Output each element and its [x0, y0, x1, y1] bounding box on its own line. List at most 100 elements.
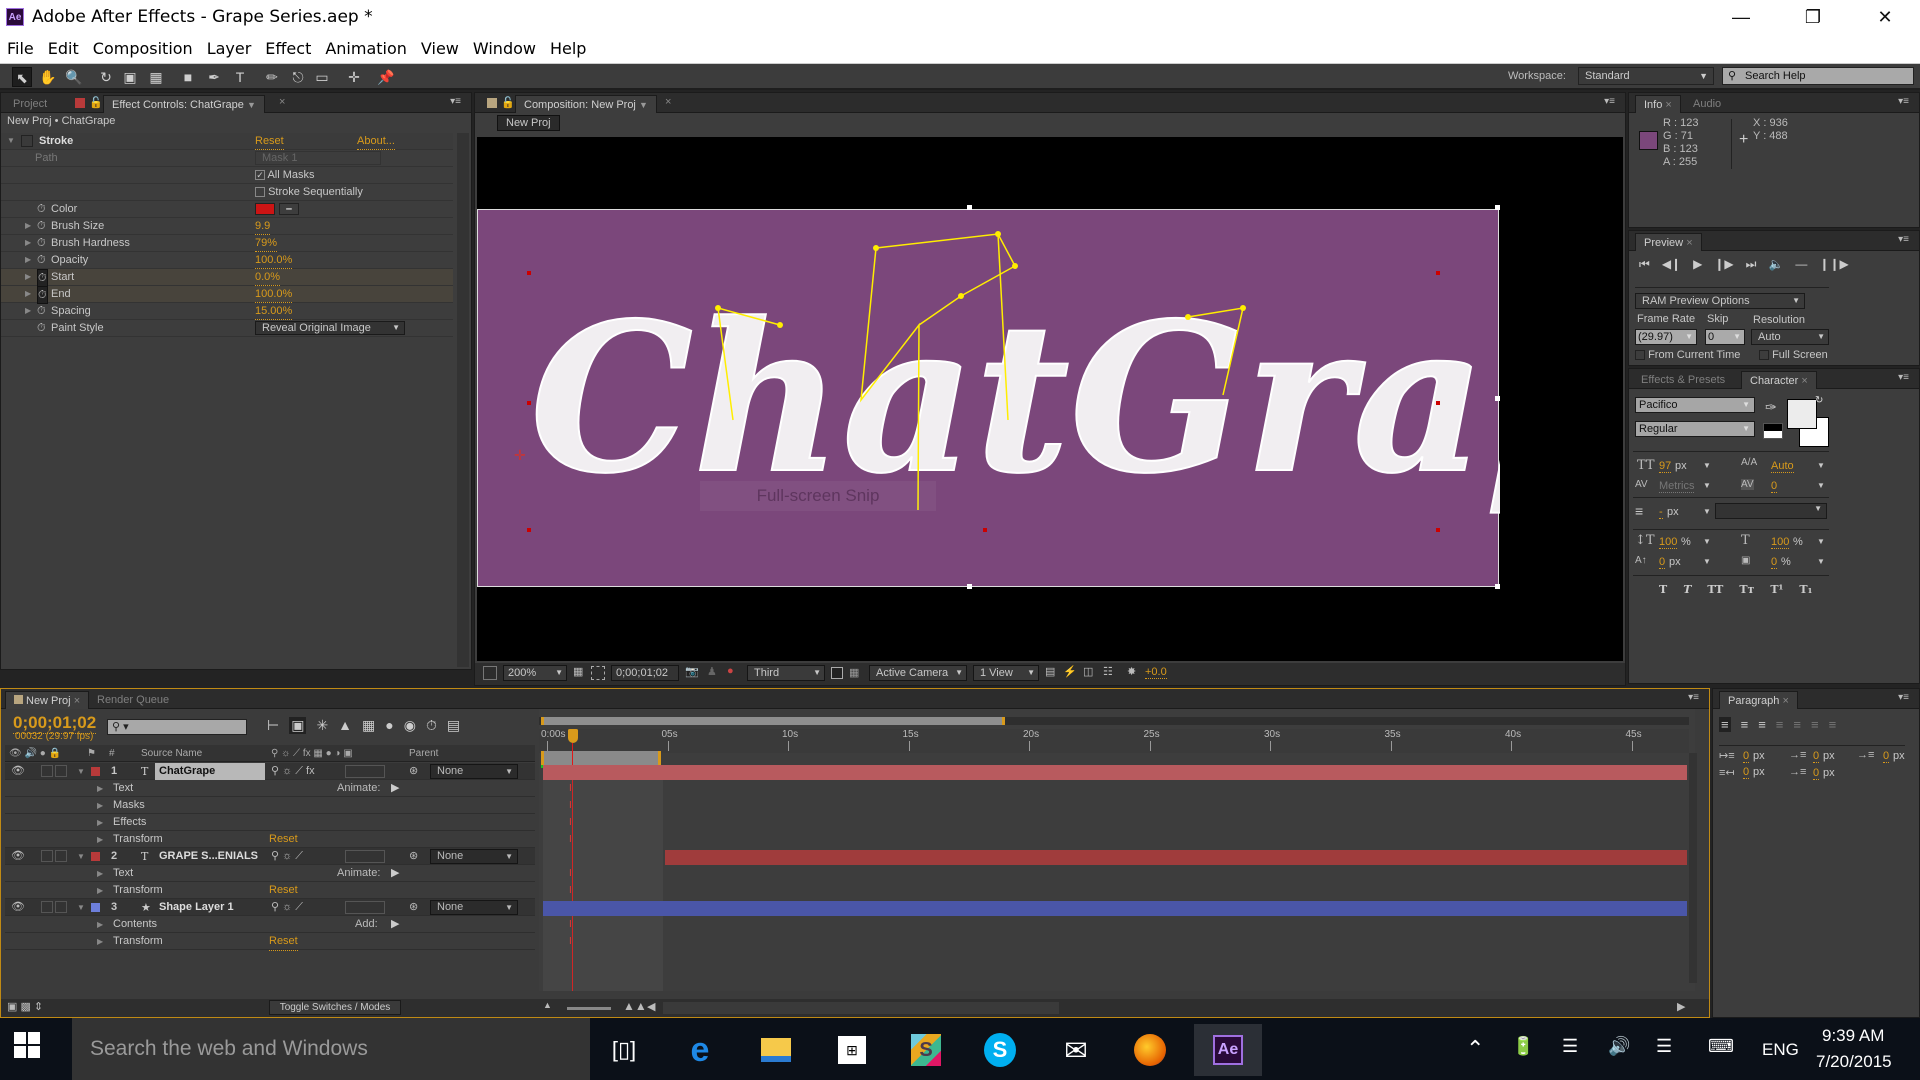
horizontal-scale-value[interactable]: 100: [1771, 536, 1790, 549]
brush-size-value[interactable]: 9.9: [255, 218, 271, 235]
wifi-icon[interactable]: ☰: [1562, 1036, 1578, 1057]
resolution-select[interactable]: Third ▼: [747, 665, 825, 681]
color-swatch[interactable]: [255, 203, 275, 215]
resolution-select[interactable]: Auto ▼: [1751, 329, 1829, 345]
show-hidden-icons[interactable]: ⌃: [1466, 1036, 1484, 1062]
selection-tool-icon[interactable]: ⬉: [12, 67, 32, 87]
task-view-icon[interactable]: [▯]: [592, 1024, 656, 1076]
bounding-handle[interactable]: [983, 528, 987, 532]
close-tab-icon[interactable]: ×: [1686, 237, 1692, 249]
column-source-name[interactable]: Source Name: [141, 745, 202, 762]
expand-triangle-icon[interactable]: ▶: [97, 780, 103, 797]
end-value[interactable]: 100.0%: [255, 286, 293, 303]
faux-bold-button[interactable]: T: [1659, 583, 1667, 596]
zoom-in-icon[interactable]: ▲▲: [623, 999, 647, 1013]
layer-handle[interactable]: [967, 205, 972, 210]
chevron-down-icon[interactable]: ▼: [1703, 461, 1711, 470]
eyedropper-icon[interactable]: ━: [279, 203, 299, 215]
layer-switches[interactable]: ⚲ ☼ ⟋: [271, 899, 303, 916]
reset-link[interactable]: Reset: [269, 831, 298, 849]
pen-tool-icon[interactable]: ✒: [204, 67, 224, 87]
panel-menu-icon[interactable]: ▾≡: [1604, 96, 1615, 107]
stroke-width-value[interactable]: -: [1659, 506, 1663, 519]
layer-handle[interactable]: [1495, 205, 1500, 210]
current-time-indicator[interactable]: [568, 729, 578, 743]
exposure-reset-icon[interactable]: ✸: [1127, 665, 1136, 678]
camera-select[interactable]: Active Camera ▼: [869, 665, 967, 681]
snapshot-icon[interactable]: 📷: [685, 665, 699, 678]
align-left-icon[interactable]: ≡: [1719, 717, 1731, 732]
layer-name[interactable]: Shape Layer 1: [155, 899, 238, 916]
align-right-icon[interactable]: ≡: [1758, 717, 1766, 732]
layer-duration-bar[interactable]: [543, 901, 1687, 916]
eyedropper-icon[interactable]: ✑: [1765, 399, 1777, 416]
hand-tool-icon[interactable]: ✋: [38, 67, 58, 87]
menu-composition[interactable]: Composition: [86, 39, 200, 58]
workspace-select[interactable]: Standard ▼: [1578, 67, 1714, 85]
space-before-value[interactable]: 0: [1813, 750, 1820, 763]
expand-triangle-icon[interactable]: ▶: [25, 218, 31, 234]
timeline-icon[interactable]: ◫: [1083, 665, 1093, 678]
opacity-value[interactable]: 100.0%: [255, 252, 293, 269]
play-circle-icon[interactable]: ▶: [391, 780, 399, 797]
lock-toggle[interactable]: [55, 901, 67, 913]
label-color[interactable]: [91, 767, 100, 776]
mask-vertex[interactable]: [1185, 314, 1191, 320]
chevron-down-icon[interactable]: ▼: [1703, 557, 1711, 566]
parent-select[interactable]: None ▼: [430, 849, 518, 864]
property-row[interactable]: ▶ Transform Reset: [5, 831, 535, 849]
play-circle-icon[interactable]: ▶: [391, 865, 399, 882]
tab-preview[interactable]: Preview ×: [1635, 233, 1702, 251]
zoom-slider[interactable]: [567, 1007, 611, 1010]
chevron-down-icon[interactable]: ▼: [1817, 481, 1825, 490]
stopwatch-icon[interactable]: ⏱: [37, 252, 46, 268]
expand-triangle-icon[interactable]: ▶: [97, 797, 103, 814]
motion-blur-icon[interactable]: ●: [385, 717, 393, 734]
lock-toggle[interactable]: [55, 850, 67, 862]
expand-triangle-icon[interactable]: ▶: [25, 286, 31, 302]
mode-switches[interactable]: [345, 765, 385, 778]
add-animator-button[interactable]: Add:: [355, 916, 378, 933]
bounding-handle[interactable]: [527, 528, 531, 532]
chevron-down-icon[interactable]: ▼: [1703, 507, 1711, 516]
collapse-triangle-icon[interactable]: ▼: [77, 763, 85, 780]
collapse-triangle-icon[interactable]: ▼: [7, 133, 15, 149]
chevron-down-icon[interactable]: ▼: [1817, 461, 1825, 470]
bounding-handle[interactable]: [527, 271, 531, 275]
play-icon[interactable]: ▶: [1693, 257, 1702, 272]
indent-left-value[interactable]: 0: [1743, 750, 1750, 763]
expand-triangle-icon[interactable]: ▶: [25, 235, 31, 251]
stopwatch-icon[interactable]: ⏱: [37, 218, 46, 234]
kerning-value[interactable]: Metrics: [1659, 480, 1695, 493]
safe-zones-icon[interactable]: ▦: [573, 665, 583, 678]
anchor-point-icon[interactable]: ✛: [514, 447, 526, 463]
reset-link[interactable]: Reset: [255, 133, 284, 150]
fast-previews-icon[interactable]: ⚡: [1063, 665, 1077, 678]
layer-duration-bar[interactable]: [665, 850, 1687, 865]
brush-tool-icon[interactable]: ✏: [262, 67, 282, 87]
battery-icon[interactable]: 🔋: [1512, 1036, 1534, 1057]
time-navigator[interactable]: [541, 717, 1005, 725]
file-explorer-icon[interactable]: [744, 1024, 808, 1076]
add-animator-button[interactable]: Animate:: [337, 865, 380, 882]
search-help-input[interactable]: ⚲ Search Help: [1722, 67, 1914, 85]
mask-vertex[interactable]: [1012, 263, 1018, 269]
panel-menu-icon[interactable]: ▾≡: [450, 96, 461, 107]
black-white-swatch[interactable]: [1763, 423, 1783, 439]
shy-layers-icon[interactable]: ▲: [338, 717, 352, 734]
close-tab-icon[interactable]: ×: [1665, 99, 1671, 111]
expand-triangle-icon[interactable]: ▶: [25, 303, 31, 319]
scroll-right-icon[interactable]: ▶: [1677, 1000, 1685, 1013]
tab-character[interactable]: Character ×: [1741, 371, 1817, 389]
always-preview-icon[interactable]: [483, 666, 497, 680]
property-row[interactable]: ▶ Transform Reset: [5, 933, 535, 951]
type-tool-icon[interactable]: T: [230, 67, 250, 87]
chevron-down-icon[interactable]: ▼: [1817, 557, 1825, 566]
mask-vertex[interactable]: [1240, 305, 1246, 311]
swap-colors-icon[interactable]: ↻: [1815, 395, 1823, 406]
lock-toggle[interactable]: [55, 765, 67, 777]
tab-render-queue[interactable]: Render Queue: [89, 691, 177, 709]
mask-visibility-icon[interactable]: [591, 666, 605, 680]
mode-switches[interactable]: [345, 850, 385, 863]
expand-triangle-icon[interactable]: ▶: [25, 269, 31, 285]
